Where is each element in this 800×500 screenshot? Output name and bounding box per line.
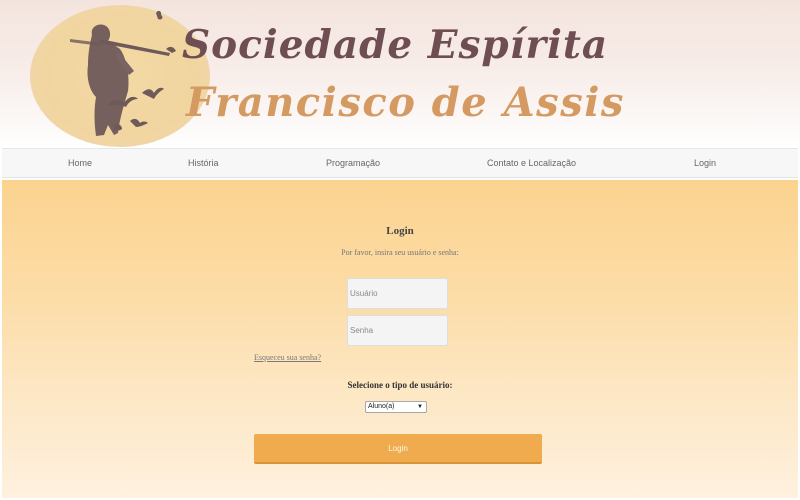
user-type-selected-value: Aluno(a) [368, 403, 395, 410]
nav-item-historia[interactable]: História [188, 149, 219, 177]
nav-item-programacao[interactable]: Programação [326, 149, 380, 177]
login-submit-button[interactable]: Login [254, 434, 542, 464]
site-header: Sociedade Espírita Francisco de Assis [0, 0, 800, 148]
password-input[interactable] [347, 315, 448, 346]
site-title-line1: Sociedade Espírita [182, 22, 609, 68]
login-subtitle: Por favor, insira seu usuário e senha: [341, 248, 459, 257]
site-title-line2: Francisco de Assis [186, 79, 625, 126]
login-section: Login Por favor, insira seu usuário e se… [2, 180, 798, 498]
username-input[interactable] [347, 278, 448, 309]
dropdown-arrow-icon: ▼ [417, 404, 423, 410]
user-type-select[interactable]: Aluno(a) ▼ [365, 401, 427, 413]
nav-item-contato[interactable]: Contato e Localização [487, 149, 576, 177]
main-navbar: Home História Programação Contato e Loca… [2, 148, 798, 178]
forgot-password-link[interactable]: Esqueceu sua senha? [254, 353, 321, 362]
nav-item-login[interactable]: Login [694, 149, 716, 177]
login-heading: Login [386, 225, 414, 237]
nav-item-home[interactable]: Home [68, 149, 92, 177]
user-type-label: Selecione o tipo de usuário: [347, 380, 453, 390]
